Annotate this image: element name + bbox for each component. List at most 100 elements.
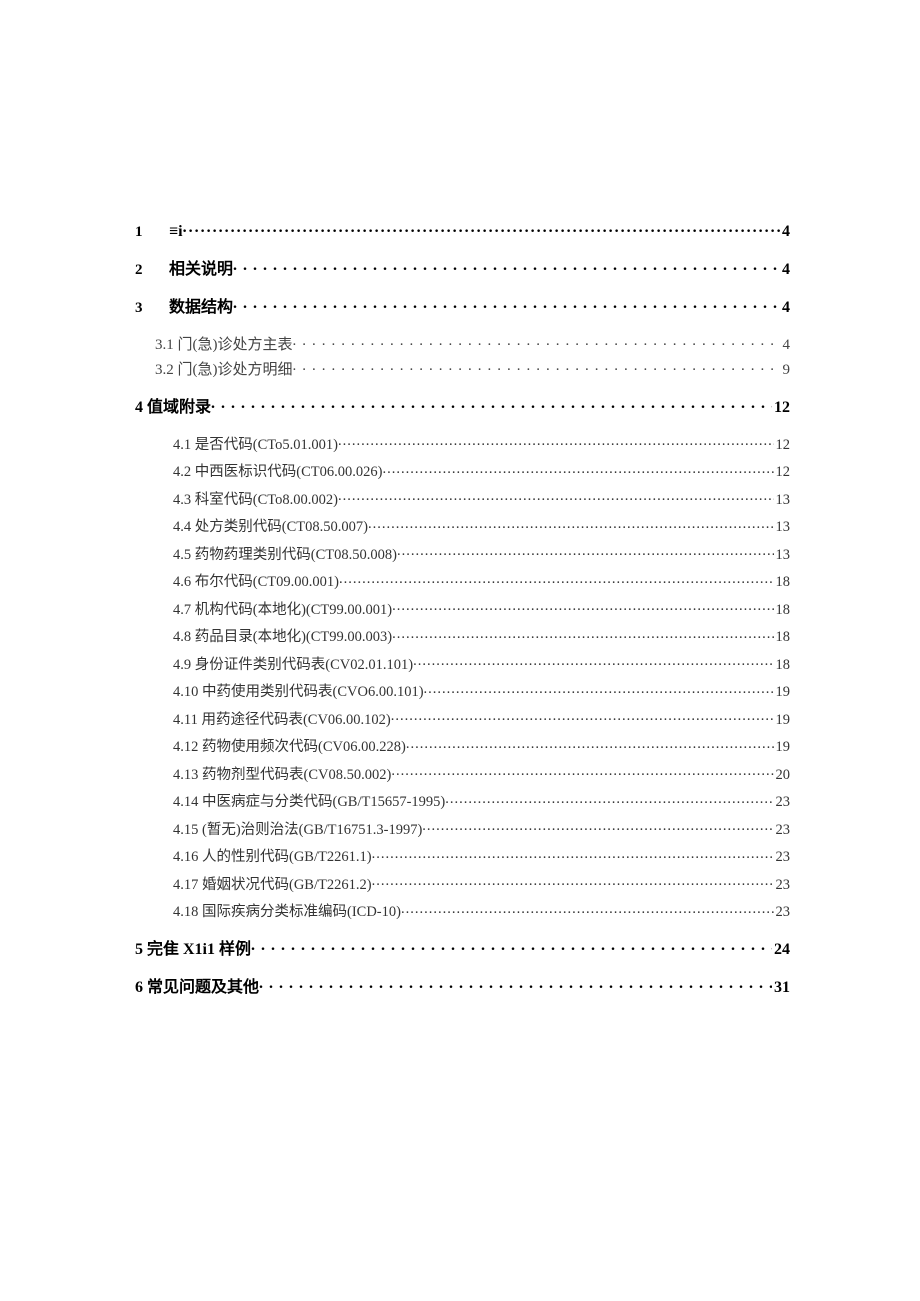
toc-leader bbox=[401, 902, 774, 917]
toc-leader bbox=[211, 396, 772, 412]
toc-entry-4-3: 4.3 科室代码(CTo8.00.002) 13 bbox=[135, 489, 790, 507]
toc-page: 18 bbox=[774, 603, 791, 618]
toc-label: 6 常见问题及其他 bbox=[135, 980, 259, 996]
toc-label: 4.14 中医病症与分类代码(GB/T15657-1995) bbox=[173, 795, 445, 810]
toc-page: 19 bbox=[774, 740, 791, 755]
toc-leader bbox=[391, 709, 774, 724]
toc-entry-4-12: 4.12 药物使用频次代码(CV06.00.228) 19 bbox=[135, 737, 790, 755]
toc-label: 4.11 用药途径代码表(CV06.00.102) bbox=[173, 713, 391, 728]
toc-label: 4.17 婚姻状况代码(GB/T2261.2) bbox=[173, 878, 372, 893]
toc-num: 2 bbox=[135, 263, 169, 278]
toc-page: 13 bbox=[774, 548, 791, 563]
toc-label: 4.18 国际疾病分类标准编码(ICD-10) bbox=[173, 905, 401, 920]
toc-entry-4-17: 4.17 婚姻状况代码(GB/T2261.2) 23 bbox=[135, 874, 790, 892]
toc-leader bbox=[413, 654, 773, 669]
toc-leader bbox=[406, 737, 774, 752]
toc-label: 3.2 门(急)诊处方明细 bbox=[155, 363, 293, 378]
toc-page: 12 bbox=[772, 400, 790, 416]
toc-label: 4.7 机构代码(本地化)(CT99.00.001) bbox=[173, 603, 392, 618]
toc-entry-4-1: 4.1 是否代码(CTo5.01.001) 12 bbox=[135, 434, 790, 452]
toc-entry-3-2: 3.2 门(急)诊处方明细 9 bbox=[135, 359, 790, 378]
toc-leader bbox=[368, 517, 774, 532]
toc-leader bbox=[183, 220, 780, 236]
toc-leader bbox=[392, 627, 773, 642]
toc-leader bbox=[397, 544, 774, 559]
toc-entry-4-16: 4.16 人的性别代码(GB/T2261.1) 23 bbox=[135, 847, 790, 865]
toc-page: 9 bbox=[781, 363, 791, 378]
toc-page: 12 bbox=[774, 438, 791, 453]
toc-page: 23 bbox=[774, 823, 791, 838]
toc-page: 19 bbox=[774, 713, 791, 728]
toc-page: 4 bbox=[781, 338, 791, 353]
toc-page: 23 bbox=[774, 850, 791, 865]
toc-label: 4.5 药物药理类别代码(CT08.50.008) bbox=[173, 548, 397, 563]
toc-leader bbox=[339, 572, 774, 587]
toc-entry-4-11: 4.11 用药途径代码表(CV06.00.102) 19 bbox=[135, 709, 790, 727]
toc-entry-4-14: 4.14 中医病症与分类代码(GB/T15657-1995) 23 bbox=[135, 792, 790, 810]
toc-leader bbox=[372, 874, 774, 889]
toc-num: 1 bbox=[135, 225, 169, 240]
toc-page: 18 bbox=[774, 630, 791, 645]
toc-entry-6: 6 常见问题及其他 31 bbox=[135, 976, 790, 996]
toc-entry-4-2: 4.2 中西医标识代码(CT06.00.026) 12 bbox=[135, 462, 790, 480]
toc-label: 4.1 是否代码(CTo5.01.001) bbox=[173, 438, 338, 453]
toc-page: 31 bbox=[772, 980, 790, 996]
toc-entry-4-6: 4.6 布尔代码(CT09.00.001) 18 bbox=[135, 572, 790, 590]
toc-leader bbox=[372, 847, 774, 862]
toc-leader bbox=[424, 682, 774, 697]
toc-num: 3 bbox=[135, 301, 169, 316]
toc-label: 4.13 药物剂型代码表(CV08.50.002) bbox=[173, 768, 391, 783]
toc-label: 4.2 中西医标识代码(CT06.00.026) bbox=[173, 465, 382, 480]
toc-entry-4-13: 4.13 药物剂型代码表(CV08.50.002) 20 bbox=[135, 764, 790, 782]
toc-leader bbox=[382, 462, 773, 477]
toc-leader bbox=[251, 938, 772, 954]
toc-leader bbox=[293, 334, 781, 349]
toc-leader bbox=[392, 599, 773, 614]
toc-page: 4 bbox=[780, 300, 790, 316]
toc-label: 4.10 中药使用类别代码表(CVO6.00.101) bbox=[173, 685, 424, 700]
toc-entry-4-15: 4.15 (暂无)治则治法(GB/T16751.3-1997) 23 bbox=[135, 819, 790, 837]
toc-entry-4-8: 4.8 药品目录(本地化)(CT99.00.003) 18 bbox=[135, 627, 790, 645]
toc-leader bbox=[259, 976, 772, 992]
toc-page: 18 bbox=[774, 575, 791, 590]
toc-label: 4.6 布尔代码(CT09.00.001) bbox=[173, 575, 339, 590]
toc-entry-4: 4 值域附录 12 bbox=[135, 396, 790, 416]
toc-page: 24 bbox=[772, 942, 790, 958]
toc-label: 4.9 身份证件类别代码表(CV02.01.101) bbox=[173, 658, 413, 673]
toc-entry-4-7: 4.7 机构代码(本地化)(CT99.00.001) 18 bbox=[135, 599, 790, 617]
toc-page: 23 bbox=[774, 795, 791, 810]
toc-entry-5: 5 完隹 X1i1 样例 24 bbox=[135, 938, 790, 958]
toc-entry-3-1: 3.1 门(急)诊处方主表 4 bbox=[135, 334, 790, 353]
toc-leader bbox=[233, 296, 780, 312]
toc-page: 23 bbox=[774, 905, 791, 920]
toc-entry-4-9: 4.9 身份证件类别代码表(CV02.01.101) 18 bbox=[135, 654, 790, 672]
toc-page: 23 bbox=[774, 878, 791, 893]
toc-entry-4-4: 4.4 处方类别代码(CT08.50.007) 13 bbox=[135, 517, 790, 535]
toc-label: 4.15 (暂无)治则治法(GB/T16751.3-1997) bbox=[173, 823, 422, 838]
toc-entry-4-5: 4.5 药物药理类别代码(CT08.50.008) 13 bbox=[135, 544, 790, 562]
toc-leader bbox=[338, 489, 774, 504]
toc-page: 20 bbox=[774, 768, 791, 783]
toc-leader bbox=[445, 792, 773, 807]
toc-page: 13 bbox=[774, 520, 791, 535]
toc-label: ≡i bbox=[169, 224, 183, 240]
toc-leader bbox=[293, 359, 781, 374]
toc-label: 4.12 药物使用频次代码(CV06.00.228) bbox=[173, 740, 406, 755]
toc-entry-2: 2 相关说明 4 bbox=[135, 258, 790, 278]
toc-label: 4 值域附录 bbox=[135, 400, 211, 416]
toc-label: 4.8 药品目录(本地化)(CT99.00.003) bbox=[173, 630, 392, 645]
toc-page: 19 bbox=[774, 685, 791, 700]
toc-label: 3.1 门(急)诊处方主表 bbox=[155, 338, 293, 353]
toc-entry-1: 1 ≡i 4 bbox=[135, 220, 790, 240]
toc-page: 4 bbox=[780, 262, 790, 278]
toc-entry-4-10: 4.10 中药使用类别代码表(CVO6.00.101) 19 bbox=[135, 682, 790, 700]
toc-page: 18 bbox=[774, 658, 791, 673]
toc-leader bbox=[422, 819, 773, 834]
toc-label: 4.4 处方类别代码(CT08.50.007) bbox=[173, 520, 368, 535]
toc-label: 4.3 科室代码(CTo8.00.002) bbox=[173, 493, 338, 508]
toc-leader bbox=[338, 434, 774, 449]
toc-page: 12 bbox=[774, 465, 791, 480]
toc-entry-3: 3 数据结构 4 bbox=[135, 296, 790, 316]
toc-leader bbox=[391, 764, 773, 779]
toc-page: 4 bbox=[780, 224, 790, 240]
